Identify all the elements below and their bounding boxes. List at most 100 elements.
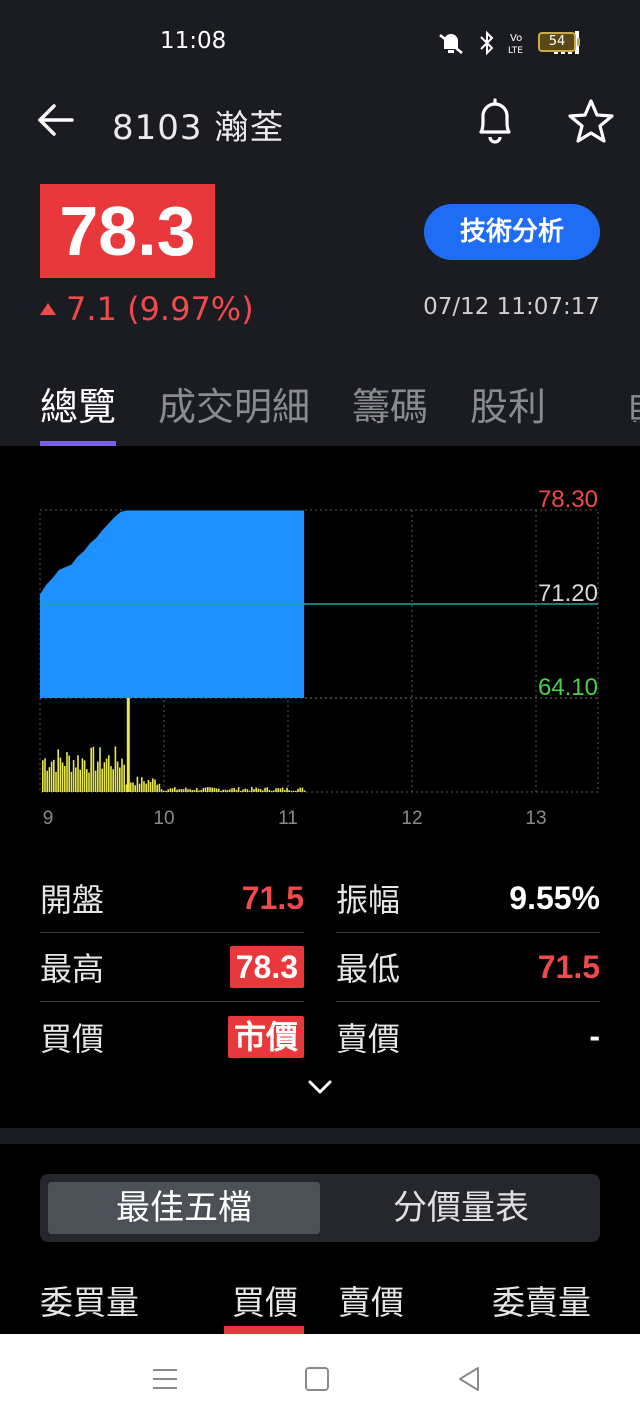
volume-bar <box>257 788 260 792</box>
volume-bar <box>59 757 62 792</box>
volume-bar <box>57 749 59 792</box>
volume-bar <box>108 755 110 792</box>
volume-bar <box>200 789 202 792</box>
chevron-down-icon[interactable] <box>306 1078 334 1098</box>
volume-bar <box>165 790 167 792</box>
volume-bar <box>229 789 231 792</box>
status-bar: 11:08 Vo LTE 4G 54 <box>0 0 640 84</box>
stat-amplitude-value: 9.55% <box>509 879 600 916</box>
volume-bar <box>270 790 273 792</box>
volume-bar <box>198 790 200 792</box>
stat-ask: 賣價 - <box>336 1002 600 1071</box>
volume-bar <box>191 789 194 792</box>
x-tick-label: 11 <box>278 808 298 829</box>
volume-bar <box>174 787 176 792</box>
volume-bar <box>112 769 114 792</box>
volume-bar <box>224 789 227 792</box>
volume-bar <box>275 788 277 792</box>
volume-bar <box>116 761 119 792</box>
chart-low-label: 64.10 <box>538 674 598 701</box>
volume-bar <box>182 789 185 792</box>
back-arrow-icon[interactable] <box>34 100 78 140</box>
volume-bar <box>218 788 220 792</box>
volume-bar <box>284 790 286 792</box>
volume-bar <box>286 787 288 792</box>
volume-bar <box>99 747 101 792</box>
volume-bar <box>169 788 172 792</box>
col-ask-qty: 委賣量 <box>492 1283 591 1322</box>
volume-bar <box>187 789 189 792</box>
volume-bar <box>189 789 191 792</box>
x-tick-label: 10 <box>153 808 174 829</box>
volume-bar <box>145 783 147 792</box>
volume-bar <box>152 778 154 792</box>
volume-bar <box>66 752 68 792</box>
volume-bar <box>185 787 187 792</box>
volume-bar <box>226 790 229 792</box>
tab-chips[interactable]: 籌碼 <box>352 376 428 446</box>
volume-bar <box>97 761 99 792</box>
svg-text:Vo: Vo <box>510 33 522 44</box>
stat-amplitude-label: 振幅 <box>336 881 401 919</box>
volume-spike <box>126 698 130 792</box>
volume-bar <box>290 790 293 792</box>
volume-bar <box>171 788 174 792</box>
volume-bar <box>222 789 224 792</box>
volume-bar <box>251 787 253 792</box>
volume-bar <box>279 788 282 792</box>
volume-bar <box>123 764 125 792</box>
tab-trade-details[interactable]: 成交明細 <box>158 376 310 446</box>
home-icon[interactable] <box>305 1367 329 1391</box>
intraday-chart[interactable]: 78.30 71.20 64.10 9 10 11 12 13 <box>0 478 640 838</box>
volte-icon: Vo LTE <box>508 33 523 56</box>
volume-bar <box>231 788 233 792</box>
volume-bar <box>121 758 123 792</box>
volume-bar <box>301 787 304 792</box>
stat-bid-value: 市價 <box>227 1015 304 1058</box>
volume-bar <box>134 785 136 792</box>
volume-bar <box>61 762 64 792</box>
bluetooth-icon <box>480 30 494 56</box>
nav-back-icon[interactable] <box>456 1366 482 1392</box>
volume-bar <box>48 767 51 792</box>
volume-bar <box>213 788 216 792</box>
up-triangle-icon <box>40 303 56 315</box>
volume-bar <box>163 790 165 792</box>
stat-amplitude: 振幅 9.55% <box>336 864 600 933</box>
stat-high: 最高 78.3 <box>40 933 304 1002</box>
volume-bar <box>288 790 290 792</box>
segment-price-volume[interactable]: 分價量表 <box>330 1182 592 1234</box>
tab-overview[interactable]: 總覽 <box>40 376 117 446</box>
volume-bar <box>90 747 92 792</box>
volume-bar <box>50 761 53 792</box>
volume-bar <box>42 760 44 792</box>
bell-icon[interactable] <box>472 96 518 146</box>
volume-bar <box>176 789 178 792</box>
stats-table: 開盤 71.5 振幅 9.55% 最高 78.3 最低 71.5 買價 市價 賣… <box>40 864 600 1071</box>
volume-bar <box>202 787 205 792</box>
volume-bar <box>211 787 213 792</box>
volume-bar <box>147 779 150 792</box>
volume-bar <box>220 790 222 792</box>
technical-analysis-button[interactable]: 技術分析 <box>424 204 600 260</box>
volume-bar <box>110 766 112 792</box>
volume-bar <box>149 781 152 792</box>
tab-overflow-edge[interactable]: 財 <box>628 382 640 422</box>
battery-nub <box>577 38 580 46</box>
volume-bar <box>136 776 139 792</box>
volume-bar <box>156 784 158 792</box>
menu-icon[interactable] <box>152 1368 178 1390</box>
volume-bars <box>42 698 306 792</box>
section-divider <box>0 1128 640 1144</box>
last-price: 78.3 <box>40 184 215 278</box>
tab-dividend[interactable]: 股利 <box>470 376 546 446</box>
price-change-text: 7.1 (9.97%) <box>66 290 254 328</box>
volume-bar <box>196 788 198 792</box>
volume-bar <box>242 789 244 792</box>
volume-bar <box>204 787 207 792</box>
volume-bar <box>244 788 246 792</box>
star-icon[interactable] <box>566 96 616 146</box>
segment-best-five[interactable]: 最佳五檔 <box>48 1182 320 1234</box>
volume-bar <box>75 767 77 792</box>
volume-bar <box>53 759 55 792</box>
